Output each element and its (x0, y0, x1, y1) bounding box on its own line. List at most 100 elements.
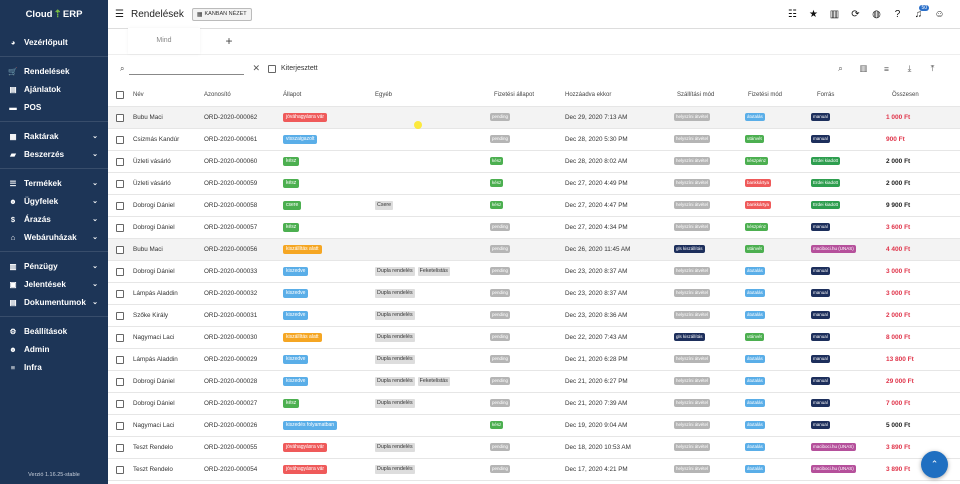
row-checkbox[interactable] (116, 378, 124, 386)
row-checkbox[interactable] (116, 246, 124, 254)
row-checkbox[interactable] (116, 224, 124, 232)
select-all-checkbox[interactable] (116, 91, 124, 99)
column-header-azonosito[interactable]: Azonosító (204, 84, 231, 107)
column-header-egyeb[interactable]: Egyéb (375, 84, 392, 107)
table-row[interactable]: Nagymaci Laci ORD-2020-000030 kiszállítás … (108, 327, 960, 349)
column-header-osszesen[interactable]: Összesen (892, 84, 919, 107)
scroll-top-button[interactable]: ⌃ (921, 451, 948, 478)
building-icon[interactable]: ▥ (824, 9, 845, 20)
column-header-szallitasi-mod[interactable]: Szállítási mód (677, 84, 714, 107)
row-checkbox[interactable] (116, 422, 124, 430)
star-icon[interactable]: ★ (803, 9, 824, 20)
table-row[interactable]: Dobrogi Dániel ORD-2020-000027 kész Dupla r… (108, 393, 960, 415)
filter-bar: ⌕ ✕ Kiterjesztett ⌕ ▥ ≡ ⤓ ⤒ (108, 55, 960, 82)
sidebar-item-ugyfelek[interactable]: ☻ Ügyfelek ⌄ (0, 192, 108, 210)
help-icon[interactable]: ? (887, 9, 908, 20)
sidebar-item-label: Pénzügy (24, 261, 58, 271)
sidebar-item-beallitasok[interactable]: ⚙ Beállítások (0, 322, 108, 340)
clear-search-icon[interactable]: ✕ (252, 63, 260, 74)
table-row[interactable]: Teszt Rendelo ORD-2020-000055 jóváhagyásra… (108, 437, 960, 459)
cell-id: ORD-2020-000059 (204, 180, 258, 187)
sidebar-item-arazas[interactable]: $ Árazás ⌄ (0, 210, 108, 228)
sync-icon[interactable]: ⟳ (845, 9, 866, 20)
search-input[interactable] (129, 62, 245, 75)
row-checkbox[interactable] (116, 312, 124, 320)
table-row[interactable]: Üzleti vásárló ORD-2020-000059 kész kész Dec… (108, 173, 960, 195)
table-row[interactable]: Lámpás Aladdin ORD-2020-000032 kiszedve Dup… (108, 283, 960, 305)
row-checkbox[interactable] (116, 136, 124, 144)
sidebar-item-vezerlopult[interactable]: ◕ Vezérlőpult (0, 33, 108, 51)
add-tab-button[interactable]: + (200, 28, 258, 54)
row-checkbox[interactable] (116, 444, 124, 452)
sidebar-item-pos[interactable]: ▬ POS (0, 98, 108, 116)
globe-icon[interactable]: ◍ (866, 9, 887, 20)
payment-method-badge: átutalás (745, 465, 765, 474)
sidebar-item-penzugy[interactable]: ▥ Pénzügy ⌄ (0, 257, 108, 275)
extended-checkbox[interactable] (268, 64, 277, 73)
table-row[interactable]: Üzleti vásárló ORD-2020-000060 kész kész Dec… (108, 151, 960, 173)
row-checkbox[interactable] (116, 334, 124, 342)
table-row[interactable]: Dobrogi Dániel ORD-2020-000028 kiszedve Dup… (108, 371, 960, 393)
sidebar-item-jelentesek[interactable]: ▣ Jelentések ⌄ (0, 275, 108, 293)
table-row[interactable]: Csizmás Kandúr ORD-2020-000061 visszaigazo… (108, 129, 960, 151)
table-row[interactable]: Teszt Rendelo ORD-2020-000054 jóváhagyásra… (108, 459, 960, 481)
row-checkbox[interactable] (116, 466, 124, 474)
column-header-forras[interactable]: Forrás (817, 84, 834, 107)
column-header-fizetesi-mod[interactable]: Fizetési mód (748, 84, 782, 107)
upload-icon[interactable]: ⤒ (921, 63, 944, 74)
columns-icon[interactable]: ▥ (852, 63, 875, 74)
sidebar-item-dokumentumok[interactable]: ▤ Dokumentumok ⌄ (0, 293, 108, 311)
user-avatar-icon[interactable]: ☺ (929, 9, 950, 20)
row-checkbox[interactable] (116, 268, 124, 276)
row-checkbox[interactable] (116, 290, 124, 298)
sidebar-item-ajanlatok[interactable]: ▤ Ajánlatok (0, 80, 108, 98)
cell-id: ORD-2020-000030 (204, 334, 258, 341)
sidebar-item-infra[interactable]: ≡ Infra (0, 358, 108, 376)
cell-created-at: Dec 21, 2020 7:39 AM (565, 400, 628, 407)
column-header-fizetesi-allapot[interactable]: Fizetési állapot (494, 84, 534, 107)
column-header-nev[interactable]: Név (133, 84, 144, 107)
logo-text-right: ERP (62, 9, 83, 20)
table-row[interactable]: Dobrogi Dániel ORD-2020-000033 kiszedve Dup… (108, 261, 960, 283)
sidebar-item-beszerzes[interactable]: ▰ Beszerzés ⌄ (0, 145, 108, 163)
payment-method-badge: utánvét (745, 333, 764, 342)
app-logo[interactable]: Cloud ⇡ ERP (0, 0, 108, 29)
shipping-method-badge: gls kiszállítás (674, 245, 705, 254)
table-row[interactable]: Dobrogi Dániel ORD-2020-000058 csere Csere k… (108, 195, 960, 217)
row-checkbox[interactable] (116, 400, 124, 408)
sidebar-item-rendelesek[interactable]: 🛒 Rendelések (0, 62, 108, 80)
download-icon[interactable]: ⤓ (898, 63, 921, 74)
filter-icon[interactable]: ≡ (875, 64, 898, 74)
task-list-icon[interactable]: ☷ (782, 9, 803, 20)
cell-id: ORD-2020-000058 (204, 202, 258, 209)
sidebar-item-admin[interactable]: ☻ Admin (0, 340, 108, 358)
notification-bell-icon[interactable]: ♫ 50 (908, 5, 929, 20)
cell-name: Csizmás Kandúr (133, 136, 180, 143)
cell-id: ORD-2020-000027 (204, 400, 258, 407)
table-row[interactable]: Lámpás Aladdin ORD-2020-000029 kiszedve Dup… (108, 349, 960, 371)
row-checkbox[interactable] (116, 202, 124, 210)
kanban-view-button[interactable]: ▦ KANBAN NÉZET (191, 7, 252, 21)
table-row[interactable]: Nagymaci Laci ORD-2020-000026 kiszedés fol… (108, 415, 960, 437)
search-icon[interactable]: ⌕ (829, 63, 852, 74)
row-checkbox[interactable] (116, 180, 124, 188)
table-row[interactable]: Szőke Király ORD-2020-000031 kiszedve Dupla… (108, 305, 960, 327)
sidebar-item-raktarak[interactable]: ▦ Raktárak ⌄ (0, 127, 108, 145)
table-row[interactable]: Bubu Maci ORD-2020-000056 kiszállítás alat… (108, 239, 960, 261)
hamburger-menu-icon[interactable]: ☰ (115, 9, 125, 20)
row-checkbox[interactable] (116, 114, 124, 122)
tab-all[interactable]: Mind (128, 28, 200, 54)
table-row[interactable]: Bubu Maci ORD-2020-000062 jóváhagyásra vár… (108, 107, 960, 129)
table-row[interactable]: Dobrogi Dániel ORD-2020-000057 kész pending… (108, 217, 960, 239)
sidebar-item-webaruhazak[interactable]: ⌂ Webáruházak ⌄ (0, 228, 108, 246)
chevron-down-icon: ⌄ (92, 234, 98, 241)
sidebar-item-termekek[interactable]: ☰ Termékek ⌄ (0, 174, 108, 192)
row-checkbox[interactable] (116, 158, 124, 166)
source-badge: manual (811, 399, 830, 408)
column-header-hozzaadva[interactable]: Hozzáadva ekkor (565, 84, 611, 107)
shipping-method-badge: helyszíni átvétel (674, 179, 711, 188)
column-header-allapot[interactable]: Állapot (283, 84, 301, 107)
payment-method-badge: készpénz (745, 223, 769, 232)
cell-total: 3 000 Ft (886, 290, 911, 297)
row-checkbox[interactable] (116, 356, 124, 364)
